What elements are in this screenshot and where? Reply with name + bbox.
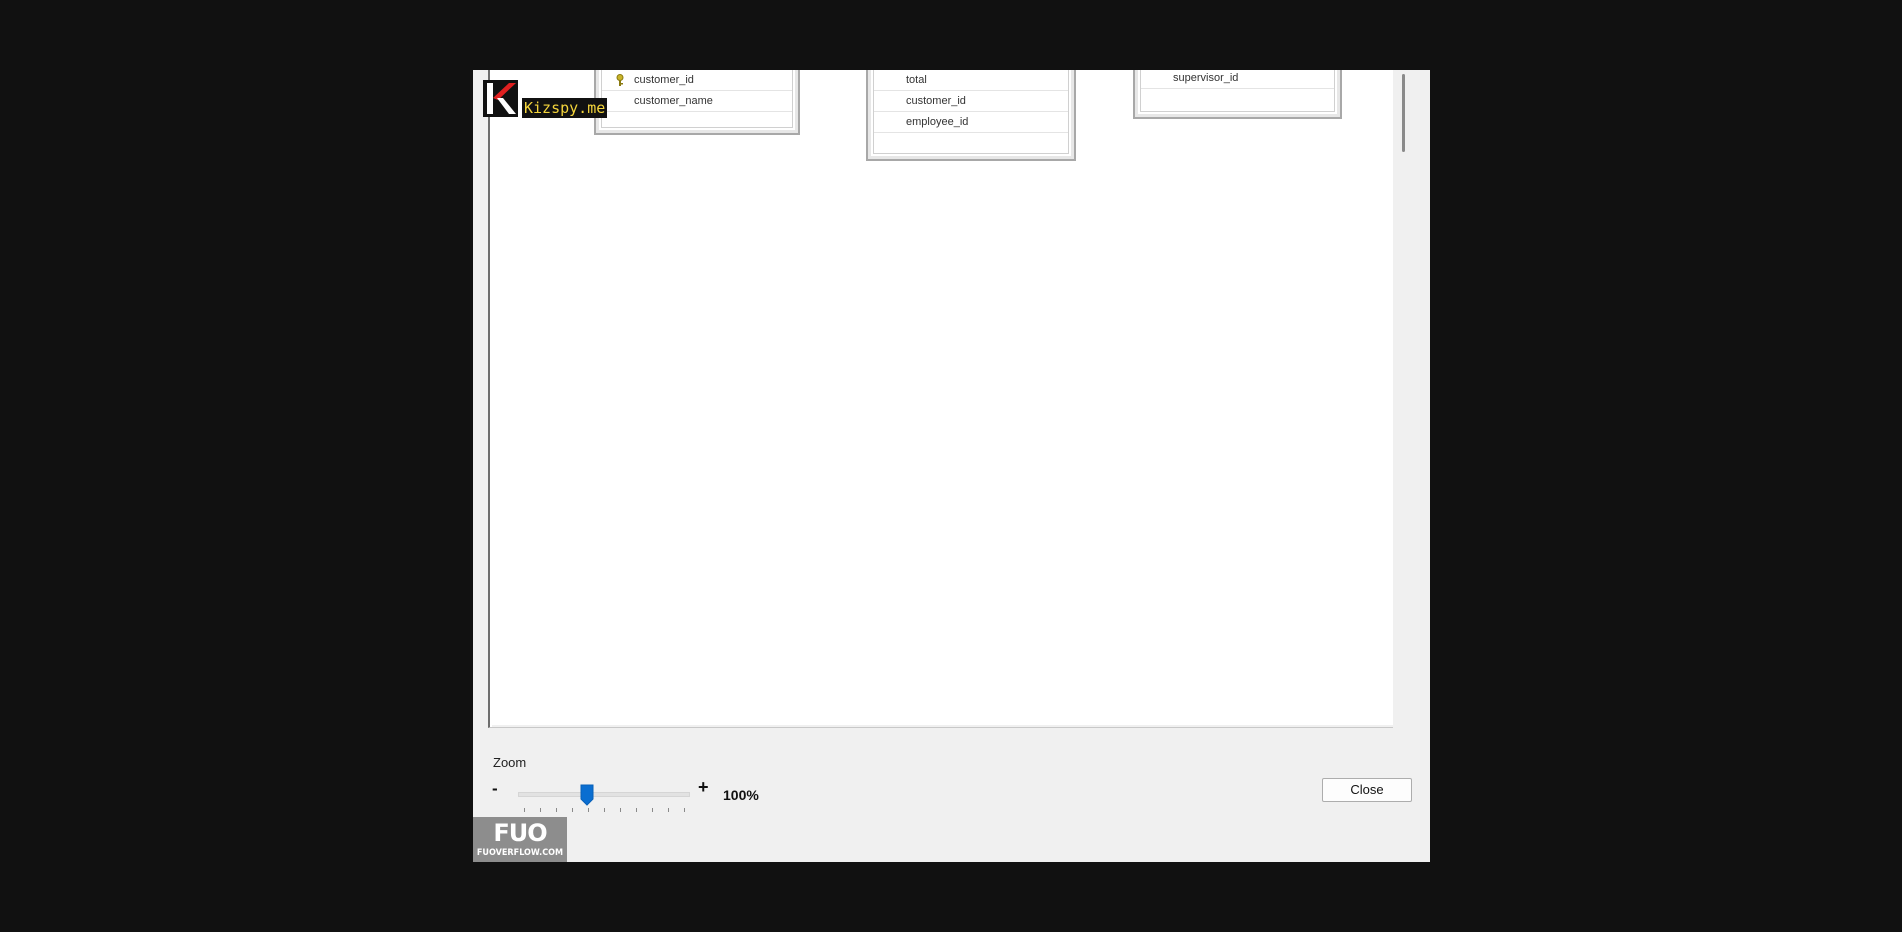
zoom-value: 100% bbox=[723, 787, 759, 803]
zoom-label: Zoom bbox=[493, 755, 527, 770]
zoom-slider-track[interactable] bbox=[518, 792, 690, 797]
zoom-out-button[interactable]: - bbox=[492, 779, 498, 799]
zoom-tick bbox=[620, 808, 621, 812]
table-body: customer_id customer_name bbox=[601, 70, 793, 128]
table-column-row: customer_id bbox=[602, 70, 792, 91]
zoom-tick bbox=[636, 808, 637, 812]
diagram-canvas[interactable]: customer_id customer_name total customer… bbox=[488, 70, 1393, 728]
zoom-tick bbox=[668, 808, 669, 812]
diagram-dialog: customer_id customer_name total customer… bbox=[473, 70, 1430, 862]
horizontal-scrollbar[interactable] bbox=[492, 725, 1393, 727]
column-name: customer_id bbox=[906, 95, 966, 107]
table-body: supervisor_id bbox=[1140, 70, 1335, 112]
zoom-tick bbox=[572, 808, 573, 812]
zoom-tick bbox=[524, 808, 525, 812]
column-name: total bbox=[906, 74, 927, 86]
zoom-slider-ticks bbox=[524, 808, 685, 814]
close-button[interactable]: Close bbox=[1322, 778, 1412, 802]
column-name: employee_id bbox=[906, 116, 969, 128]
zoom-in-button[interactable]: + bbox=[698, 777, 709, 798]
table-orders[interactable]: total customer_id employee_id bbox=[866, 70, 1076, 161]
table-column-row: supervisor_id bbox=[1141, 70, 1334, 89]
column-name: customer_name bbox=[634, 95, 713, 107]
logo-small-text: FUOVERFLOW.COM bbox=[476, 848, 564, 858]
zoom-tick bbox=[540, 808, 541, 812]
fuoverflow-logo: FUO FUOVERFLOW.COM bbox=[473, 817, 567, 862]
vertical-scroll-thumb[interactable] bbox=[1402, 74, 1405, 152]
column-name: supervisor_id bbox=[1173, 72, 1239, 84]
key-icon bbox=[616, 74, 624, 86]
vertical-scrollbar[interactable] bbox=[1393, 70, 1413, 727]
zoom-slider-thumb[interactable] bbox=[580, 784, 594, 806]
logo-big-text: FUO bbox=[493, 819, 547, 847]
zoom-tick bbox=[652, 808, 653, 812]
kizspy-logo-icon bbox=[483, 80, 518, 117]
table-column-row: total bbox=[874, 70, 1068, 91]
table-column-row: customer_name bbox=[602, 91, 792, 112]
watermark-text: Kizspy.me bbox=[522, 98, 608, 118]
zoom-tick bbox=[588, 808, 589, 812]
zoom-tick bbox=[556, 808, 557, 812]
table-customers[interactable]: customer_id customer_name bbox=[594, 70, 800, 135]
column-name: customer_id bbox=[634, 74, 694, 86]
table-employees[interactable]: supervisor_id bbox=[1133, 70, 1342, 119]
table-column-row: customer_id bbox=[874, 91, 1068, 112]
zoom-tick bbox=[684, 808, 685, 812]
table-body: total customer_id employee_id bbox=[873, 70, 1069, 154]
table-column-row: employee_id bbox=[874, 112, 1068, 133]
zoom-tick bbox=[604, 808, 605, 812]
